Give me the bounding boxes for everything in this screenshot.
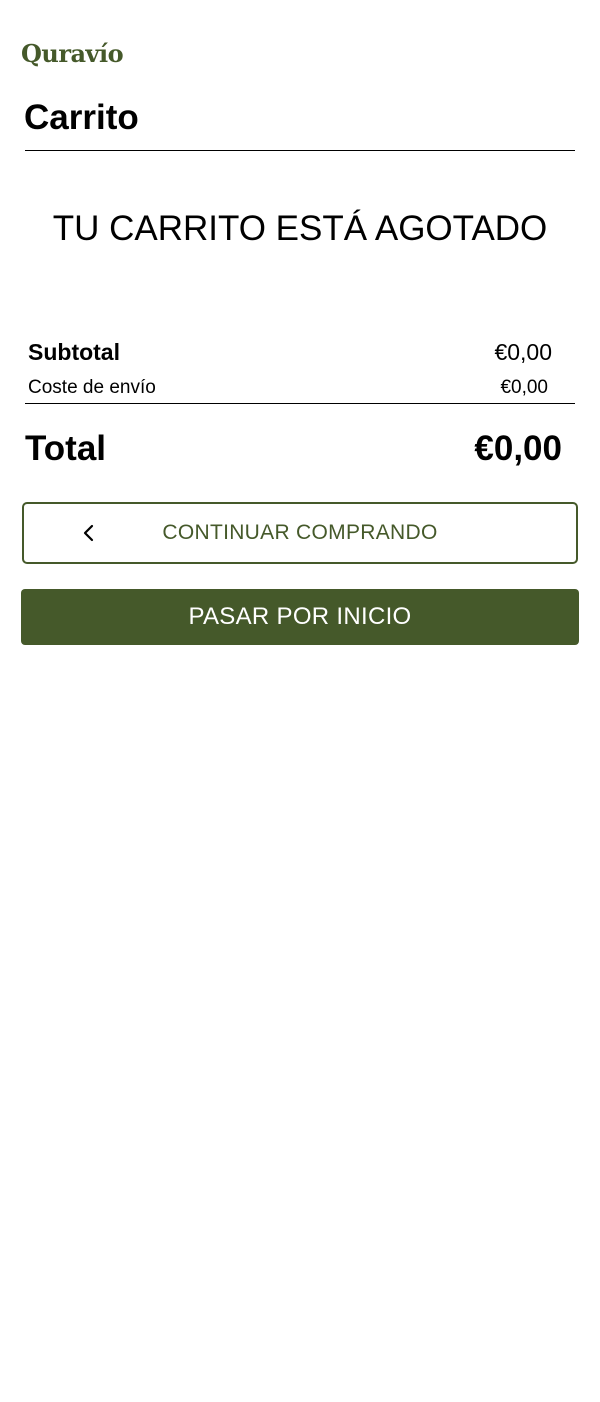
brand-logo[interactable]: Quravío: [21, 38, 124, 70]
total-row: Total €0,00: [25, 426, 562, 472]
title-divider: [25, 150, 575, 151]
shipping-value: €0,00: [500, 377, 548, 398]
page-title: Carrito: [24, 98, 139, 137]
summary-divider: [25, 403, 575, 404]
shipping-row: Coste de envío €0,00: [28, 375, 548, 401]
subtotal-row: Subtotal €0,00: [28, 337, 552, 367]
subtotal-label: Subtotal: [28, 338, 120, 365]
continue-shopping-label: CONTINUAR COMPRANDO: [162, 521, 438, 544]
go-home-button[interactable]: PASAR POR INICIO: [21, 589, 579, 645]
subtotal-value: €0,00: [494, 338, 552, 365]
total-value: €0,00: [474, 429, 562, 468]
continue-shopping-button[interactable]: CONTINUAR COMPRANDO: [22, 502, 578, 564]
empty-cart-message: TU CARRITO ESTÁ AGOTADO: [52, 209, 548, 248]
go-home-label: PASAR POR INICIO: [188, 603, 412, 630]
total-label: Total: [25, 429, 107, 468]
shipping-label: Coste de envío: [28, 377, 156, 398]
